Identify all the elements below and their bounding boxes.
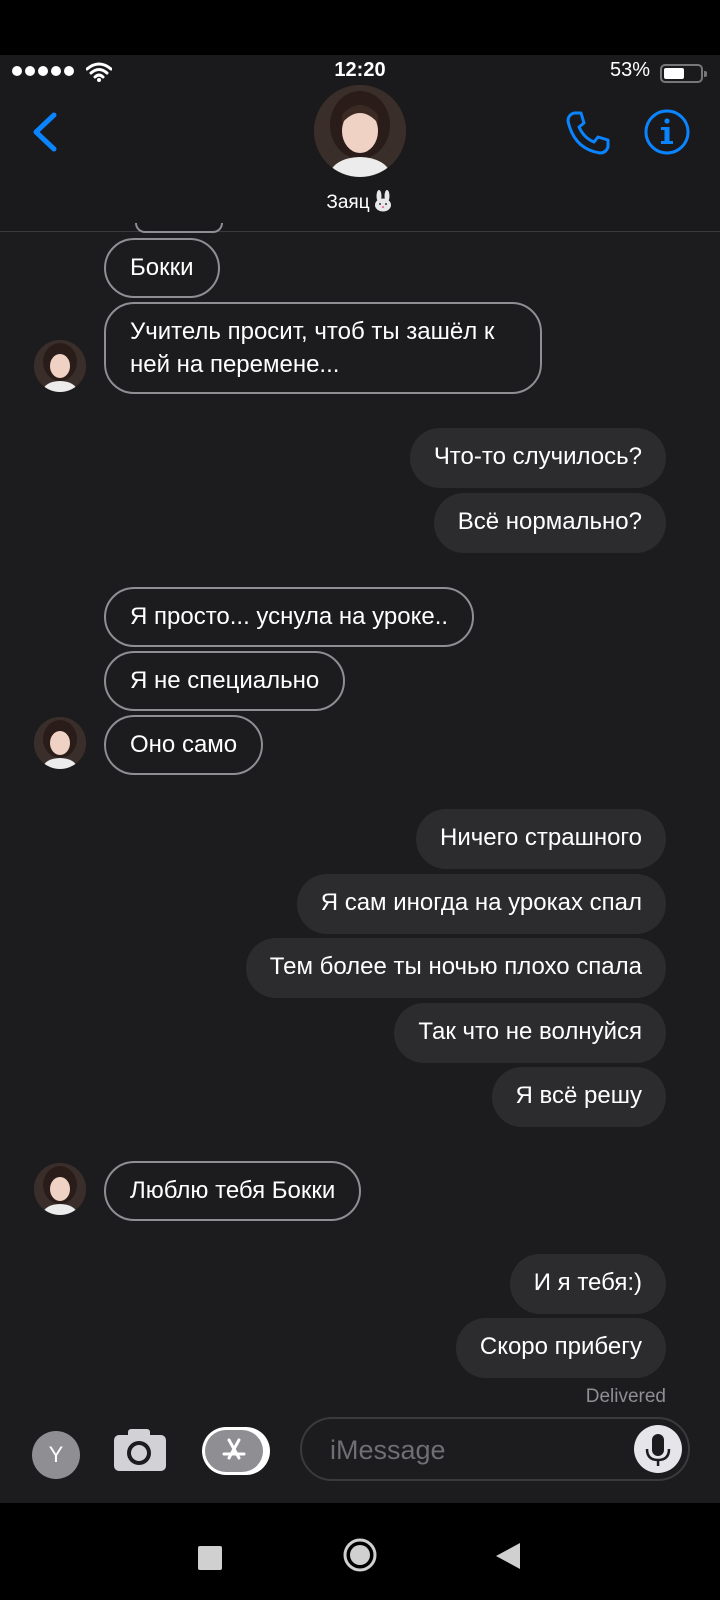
back-nav-button[interactable] — [494, 1541, 522, 1571]
rabbit-emoji-icon — [374, 190, 391, 212]
camera-icon[interactable] — [112, 1425, 168, 1475]
outgoing-message[interactable]: И я тебя:) — [509, 1254, 666, 1314]
clipped-message-bubble — [135, 223, 223, 233]
incoming-message[interactable]: Я не специально — [104, 651, 346, 711]
info-icon[interactable] — [642, 107, 692, 157]
microphone-icon — [645, 1434, 671, 1466]
outgoing-message[interactable]: Я сам иногда на уроках спал — [296, 874, 666, 934]
contact-name[interactable]: Заяц — [0, 190, 720, 214]
message-input-bar: Y iMessage — [0, 1403, 720, 1503]
outgoing-message[interactable]: Что-то случилось? — [409, 428, 666, 488]
phone-screen: 12:20 53% Заяц Бокки Учитель просит, что… — [0, 0, 720, 1600]
battery-percentage: 53% — [609, 59, 650, 81]
battery-icon — [660, 64, 707, 83]
home-button[interactable] — [342, 1537, 378, 1573]
incoming-message[interactable]: Люблю тебя Бокки — [104, 1161, 362, 1221]
incoming-message[interactable]: Я просто... уснула на уроке.. — [104, 587, 475, 647]
incoming-message[interactable]: Оно само — [104, 715, 264, 775]
imessage-placeholder: iMessage — [330, 1435, 446, 1465]
contact-name-text: Заяц — [326, 192, 370, 213]
contact-avatar[interactable] — [314, 85, 406, 177]
outgoing-message[interactable]: Тем более ты ночью плохо спала — [245, 938, 666, 998]
messages-app: 12:20 53% Заяц Бокки Учитель просит, что… — [0, 55, 720, 1503]
app-store-icon — [222, 1438, 246, 1460]
sender-avatar — [34, 717, 86, 769]
incoming-message[interactable]: Учитель просит, чтоб ты зашёл к ней на п… — [104, 302, 542, 394]
phone-call-icon[interactable] — [562, 107, 614, 159]
sender-avatar — [34, 340, 86, 392]
recent-apps-button[interactable] — [198, 1546, 222, 1570]
sender-avatar — [34, 1163, 86, 1215]
microphone-button[interactable] — [634, 1425, 682, 1473]
outgoing-message[interactable]: Так что не волнуйся — [394, 1003, 666, 1063]
app-store-button[interactable] — [202, 1427, 270, 1475]
outgoing-message[interactable]: Скоро прибегу — [455, 1318, 666, 1378]
back-button[interactable] — [26, 107, 66, 157]
y-app-button[interactable]: Y — [32, 1431, 80, 1479]
incoming-message[interactable]: Бокки — [104, 238, 220, 298]
imessage-input[interactable]: iMessage — [300, 1417, 690, 1481]
android-nav-bar — [0, 1503, 720, 1600]
outgoing-message[interactable]: Всё нормально? — [433, 493, 666, 553]
outgoing-message[interactable]: Ничего страшного — [416, 809, 666, 869]
outgoing-message[interactable]: Я всё решу — [491, 1067, 666, 1127]
conversation-header: 12:20 53% Заяц — [0, 55, 720, 232]
